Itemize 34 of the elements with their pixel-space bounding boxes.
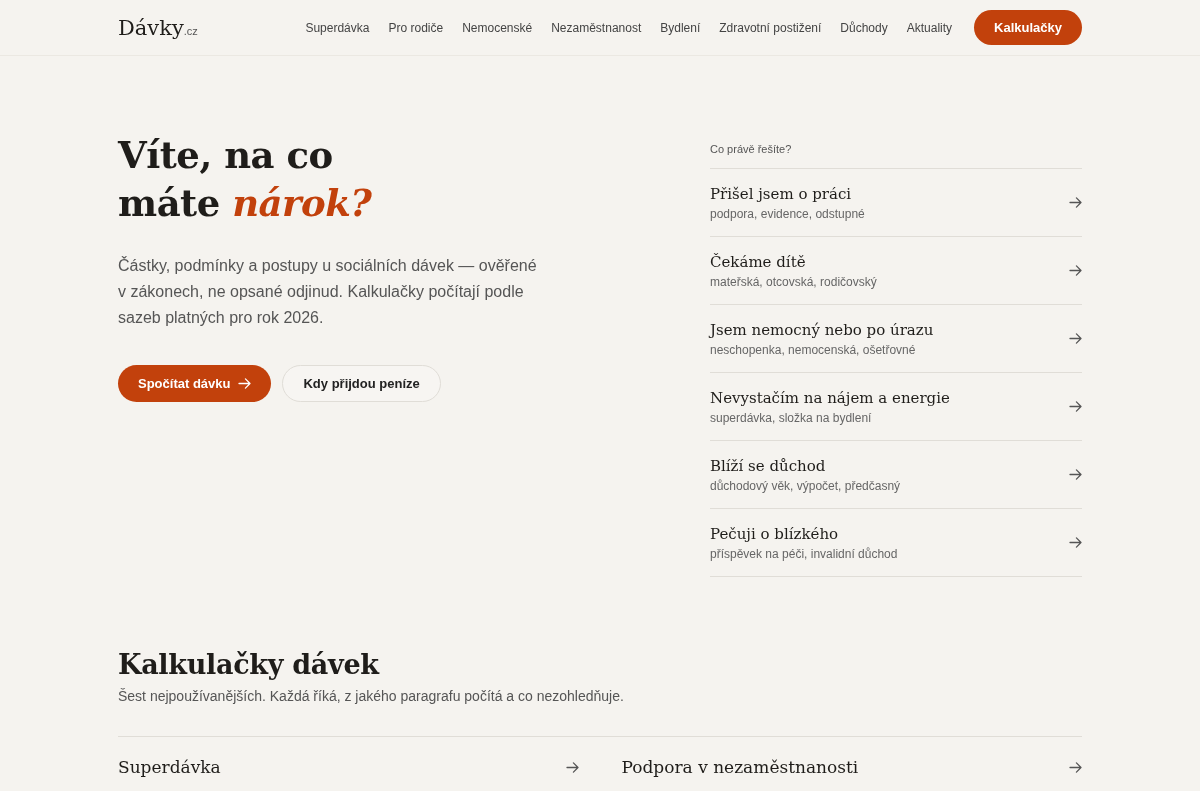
situation-link[interactable]: Čekáme dítě mateřská, otcovská, rodičovský [710,237,1082,305]
nav-link[interactable]: Pro rodiče [388,20,444,35]
arrow-icon [1069,761,1082,773]
arrow-icon [1069,197,1082,208]
section-subtitle: Šest nejpoužívanějších. Každá říká, z jakého paragrafu počítá a co nezohledňuje. [118,688,625,704]
hero-description: Částky, podmínky a postupy u sociálních dávek — ověřené v zákonech, ne opsané odjinud. Kalkulačky počítají podle sazeb platných pro rok 2026. [118,255,538,328]
calculator-link[interactable]: Podpora v nezaměstnanosti [621,737,1082,777]
situation-link[interactable]: Nevystačím na nájem a energie superdávka, složka na bydlení [710,373,1082,441]
arrow-icon [565,761,579,773]
calculators-button[interactable]: Kalkulačky [974,10,1082,45]
logo[interactable]: Dávky.cz [118,15,198,40]
arrow-icon [1069,537,1082,548]
situation-link[interactable]: Pečuji o blízkého příspěvek na péči, invalidní důchod [710,509,1082,577]
arrow-icon [1069,469,1082,480]
arrow-icon [1069,401,1082,412]
situation-link[interactable]: Jsem nemocný nebo po úrazu neschopenka, nemocenská, ošetřovné [710,305,1082,373]
hero-heading: Víte, na co máte nárok? [118,132,373,227]
nav-link[interactable]: Zdravotní postižení [719,20,822,35]
section-heading: Kalkulačky dávek [118,649,381,680]
arrow-icon [1069,333,1082,344]
nav-link[interactable]: Důchody [840,20,888,35]
section-label: Co právě řešíte? [710,143,1082,169]
nav-link[interactable]: Nezaměstnanost [551,20,642,35]
payment-dates-button[interactable]: Kdy přijdou peníze [282,365,441,402]
nav-link[interactable]: Nemocenské [462,20,533,35]
arrow-icon [1069,265,1082,276]
arrow-icon [238,378,252,389]
calculate-button[interactable]: Spočítat dávku [118,365,272,402]
nav-link[interactable]: Superdávka [305,20,370,35]
situation-link[interactable]: Blíží se důchod důchodový věk, výpočet, předčasný [710,441,1082,509]
situation-link[interactable]: Přišel jsem o práci podpora, evidence, odstupné [710,169,1082,237]
nav-link[interactable]: Aktuality [906,20,953,35]
nav-link[interactable]: Bydlení [660,20,701,35]
calculator-link[interactable]: Superdávka [118,737,579,777]
